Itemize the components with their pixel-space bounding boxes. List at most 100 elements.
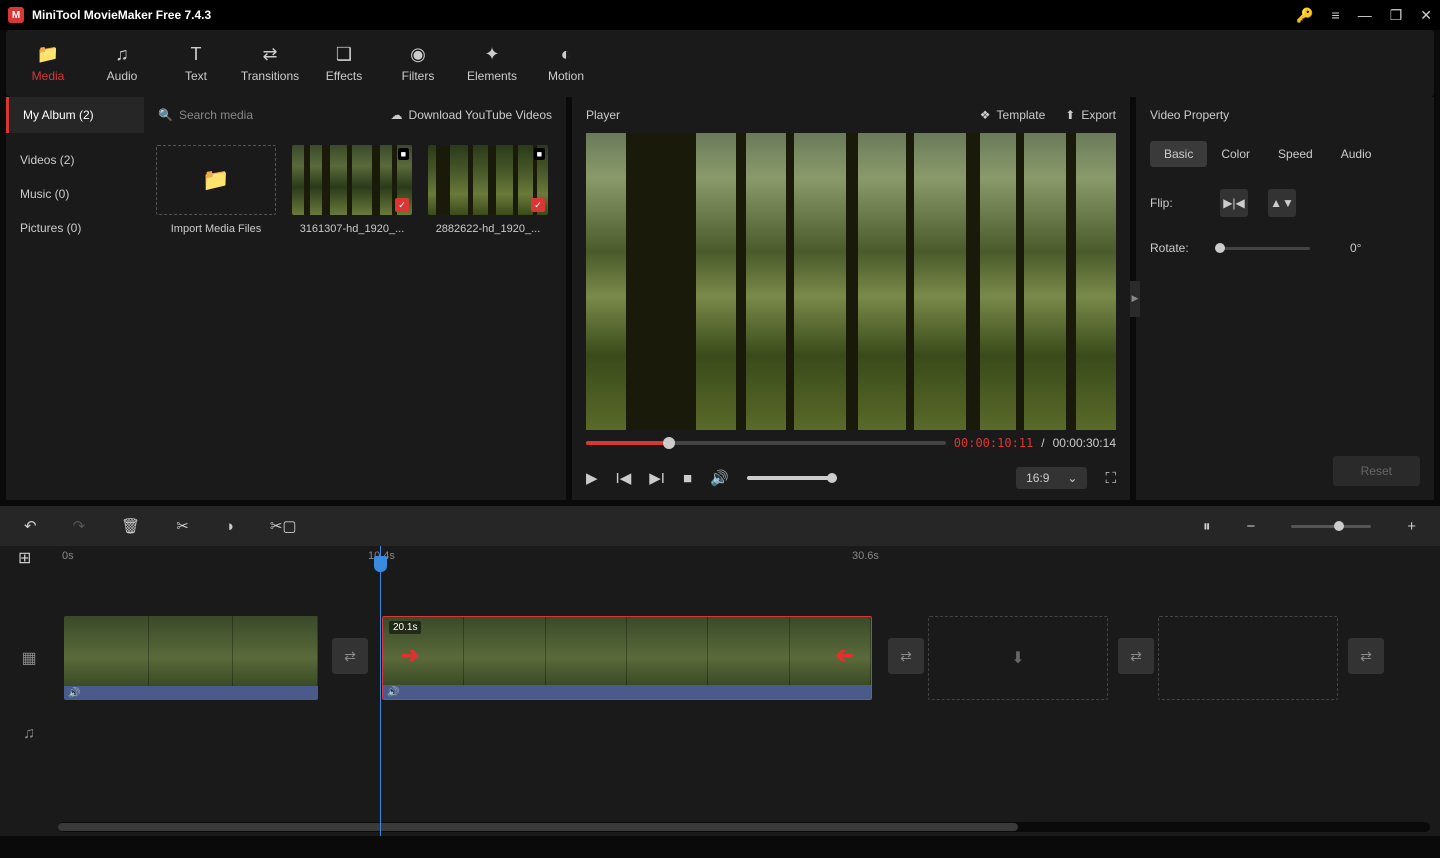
- prev-frame-button[interactable]: I◀: [616, 469, 632, 487]
- rotate-value: 0°: [1350, 241, 1361, 255]
- tab-filters[interactable]: ◉Filters: [384, 30, 452, 97]
- timeline-scrollbar[interactable]: [58, 822, 1430, 832]
- seek-bar[interactable]: [586, 441, 946, 445]
- text-icon: T: [191, 45, 202, 65]
- speaker-icon: 🔊: [68, 688, 80, 699]
- prop-tab-color[interactable]: Color: [1207, 141, 1264, 167]
- prop-tab-basic[interactable]: Basic: [1150, 141, 1207, 167]
- media-categories: Videos (2) Music (0) Pictures (0): [6, 133, 144, 500]
- export-button[interactable]: ⬆Export: [1065, 108, 1116, 122]
- added-check-icon: ✓: [531, 198, 545, 212]
- added-check-icon: ✓: [395, 198, 409, 212]
- tab-transitions[interactable]: ⇄Transitions: [236, 30, 304, 97]
- properties-panel: ▶ Video Property Basic Color Speed Audio…: [1136, 97, 1434, 500]
- cat-videos[interactable]: Videos (2): [6, 143, 144, 177]
- transition-slot[interactable]: ⇄: [1348, 638, 1384, 674]
- clip-duration: 20.1s: [389, 621, 421, 634]
- upgrade-key-icon[interactable]: 🔑: [1296, 7, 1313, 24]
- volume-icon[interactable]: 🔊: [710, 469, 729, 487]
- search-input[interactable]: 🔍 Search media: [158, 108, 253, 122]
- search-placeholder: Search media: [179, 108, 253, 122]
- effects-icon: ❑: [336, 45, 352, 65]
- media-item[interactable]: ■ ✓ 3161307-hd_1920_...: [292, 145, 412, 235]
- aspect-ratio-select[interactable]: 16:9⌄: [1016, 467, 1087, 489]
- media-panel: My Album (2) 🔍 Search media ☁ Download Y…: [6, 97, 566, 500]
- volume-slider[interactable]: [747, 476, 837, 480]
- tab-motion[interactable]: ◐Motion: [532, 30, 600, 97]
- empty-clip-slot[interactable]: [1158, 616, 1338, 700]
- transition-slot[interactable]: ⇄: [332, 638, 368, 674]
- rotate-slider[interactable]: [1220, 247, 1310, 250]
- timecode-total: 00:00:30:14: [1053, 436, 1116, 450]
- add-track-button[interactable]: ⊞: [18, 548, 31, 568]
- import-media-button[interactable]: 📁 Import Media Files: [156, 145, 276, 235]
- delete-button[interactable]: 🗑: [121, 517, 140, 535]
- sparkle-icon: ✦: [484, 45, 499, 65]
- cat-pictures[interactable]: Pictures (0): [6, 211, 144, 245]
- zoom-in-button[interactable]: +: [1407, 518, 1416, 535]
- zoom-out-button[interactable]: −: [1246, 518, 1255, 535]
- media-item[interactable]: ■ ✓ 2882622-hd_1920_...: [428, 145, 548, 235]
- playhead[interactable]: [380, 546, 381, 836]
- transition-icon: ⇄: [262, 45, 277, 65]
- split-button[interactable]: ✂: [176, 517, 189, 535]
- reset-button[interactable]: Reset: [1333, 456, 1420, 486]
- fullscreen-button[interactable]: ⛶: [1105, 470, 1116, 487]
- titlebar: M MiniTool MovieMaker Free 7.4.3 🔑 ≡ — ❐…: [0, 0, 1440, 30]
- flip-horizontal-button[interactable]: ▶|◀: [1220, 189, 1248, 217]
- tab-media[interactable]: 📁Media: [14, 30, 82, 97]
- transition-slot[interactable]: ⇄: [1118, 638, 1154, 674]
- motion-icon: ◐: [561, 45, 572, 65]
- cat-music[interactable]: Music (0): [6, 177, 144, 211]
- music-note-icon: ♫: [115, 45, 129, 65]
- flip-label: Flip:: [1150, 196, 1200, 210]
- maximize-icon[interactable]: ❐: [1390, 7, 1403, 24]
- player-title: Player: [586, 108, 620, 122]
- timeline: ⊞ 0s 10.4s 30.6s ▦ 🔊 ⇄ 20.1s ➔ ➔ 🔊: [0, 546, 1440, 836]
- flip-vertical-button[interactable]: ▲▼: [1268, 189, 1296, 217]
- snap-button[interactable]: ⏸: [1203, 518, 1211, 535]
- rotate-label: Rotate:: [1150, 241, 1200, 255]
- close-icon[interactable]: ✕: [1420, 7, 1432, 24]
- layers-icon: ❖: [980, 108, 991, 122]
- stop-button[interactable]: ■: [683, 470, 692, 487]
- timeline-toolbar: ↶ ↷ 🗑 ✂ ◑ ✂▢ ⏸ − +: [0, 506, 1440, 546]
- crop-button[interactable]: ✂▢: [270, 517, 297, 535]
- undo-button[interactable]: ↶: [24, 517, 37, 535]
- prop-tab-audio[interactable]: Audio: [1327, 141, 1386, 167]
- timeline-clip[interactable]: 🔊: [64, 616, 318, 700]
- timeline-ruler[interactable]: 0s 10.4s 30.6s: [58, 546, 1440, 572]
- app-title: MiniTool MovieMaker Free 7.4.3: [32, 8, 211, 22]
- album-tab[interactable]: My Album (2): [6, 97, 144, 133]
- trim-right-arrow-icon: ➔: [835, 642, 853, 668]
- tab-elements[interactable]: ✦Elements: [458, 30, 526, 97]
- search-icon: 🔍: [158, 108, 173, 122]
- tab-audio[interactable]: ♫Audio: [88, 30, 156, 97]
- transition-slot[interactable]: ⇄: [888, 638, 924, 674]
- minimize-icon[interactable]: —: [1358, 7, 1372, 23]
- video-preview[interactable]: [586, 133, 1116, 430]
- next-frame-button[interactable]: ▶I: [649, 469, 665, 487]
- timecode-current: 00:00:10:11: [954, 436, 1033, 450]
- seek-thumb[interactable]: [663, 437, 675, 449]
- hamburger-menu-icon[interactable]: ≡: [1332, 7, 1340, 23]
- cloud-download-icon: ☁: [391, 108, 403, 122]
- download-youtube-button[interactable]: ☁ Download YouTube Videos: [391, 108, 552, 122]
- export-icon: ⬆: [1065, 108, 1075, 122]
- app-icon: M: [8, 7, 24, 23]
- chevron-down-icon: ⌄: [1067, 471, 1077, 485]
- filters-icon: ◉: [410, 45, 426, 65]
- zoom-slider[interactable]: [1291, 525, 1371, 528]
- timeline-clip-selected[interactable]: 20.1s ➔ ➔ 🔊: [382, 616, 872, 700]
- collapse-panel-button[interactable]: ▶: [1130, 281, 1140, 317]
- empty-clip-slot[interactable]: ⬇: [928, 616, 1108, 700]
- tab-text[interactable]: TText: [162, 30, 230, 97]
- redo-button[interactable]: ↷: [73, 517, 86, 535]
- tab-effects[interactable]: ❑Effects: [310, 30, 378, 97]
- template-button[interactable]: ❖Template: [980, 108, 1045, 122]
- player-panel: Player ❖Template ⬆Export 00:00:10:1: [572, 97, 1130, 500]
- speed-button[interactable]: ◑: [225, 518, 234, 535]
- prop-tab-speed[interactable]: Speed: [1264, 141, 1327, 167]
- play-button[interactable]: ▶: [586, 469, 598, 487]
- folder-icon: 📁: [37, 45, 59, 65]
